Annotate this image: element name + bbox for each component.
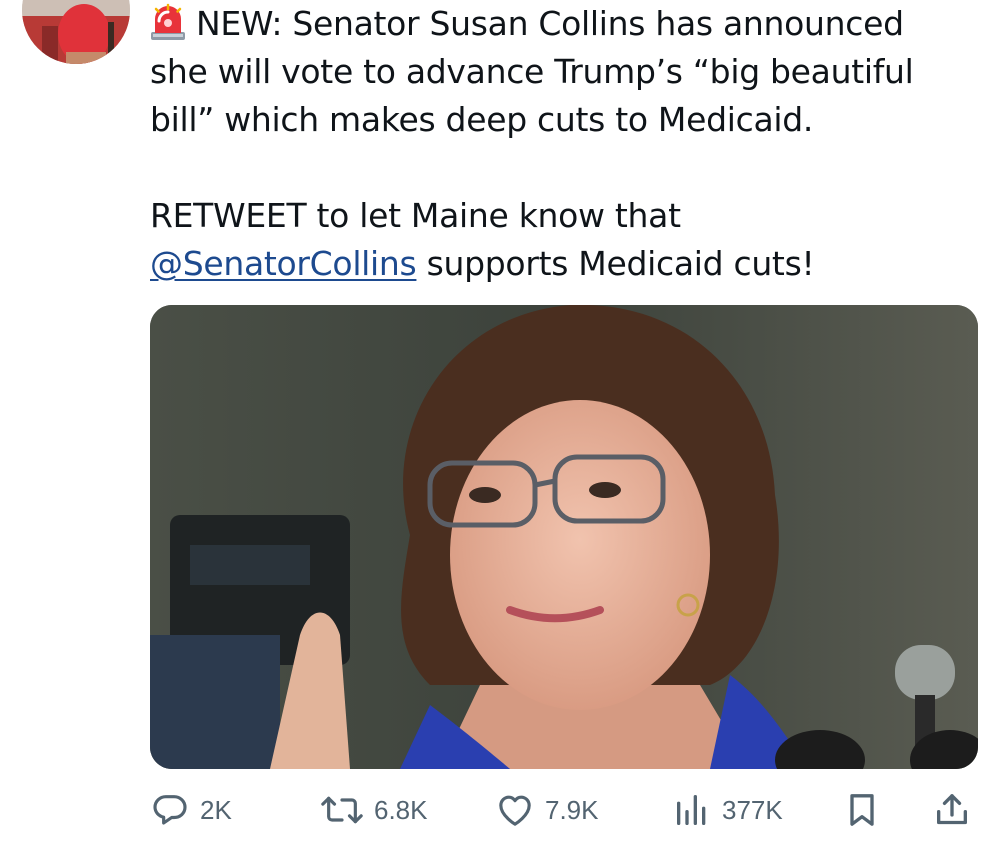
share-button[interactable]: [932, 786, 972, 834]
tweet-actions-bar: 2K 6.8K 7.9K 377K: [150, 786, 980, 834]
tweet-text: NEW: Senator Susan Collins has announced…: [150, 0, 980, 288]
tweet-line-5: @SenatorCollins supports Medicaid cuts!: [150, 240, 980, 288]
avatar-image: [22, 0, 130, 64]
repost-icon: [321, 796, 363, 824]
mention-link[interactable]: @SenatorCollins: [150, 244, 417, 283]
repost-count: 6.8K: [374, 794, 428, 825]
tweet-line-5-text: supports Medicaid cuts!: [416, 244, 815, 283]
like-button[interactable]: 7.9K: [495, 786, 599, 834]
tweet-line-1-text: NEW: Senator Susan Collins has announced: [196, 4, 904, 43]
views-chart-icon: [677, 795, 706, 825]
tweet-media-image[interactable]: [150, 305, 978, 769]
repost-button[interactable]: 6.8K: [320, 786, 428, 834]
views-count: 377K: [722, 794, 783, 825]
rotating-light-icon: [151, 3, 185, 40]
tweet-line-2: she will vote to advance Trump’s “big be…: [150, 52, 914, 91]
reply-button[interactable]: 2K: [150, 786, 232, 834]
like-count: 7.9K: [545, 794, 599, 825]
heart-icon: [499, 795, 531, 826]
share-icon: [937, 794, 967, 825]
reply-count: 2K: [200, 794, 232, 825]
avatar[interactable]: [22, 0, 130, 64]
bookmark-button[interactable]: [842, 786, 882, 834]
bookmark-icon: [850, 794, 874, 826]
views-button[interactable]: 377K: [672, 786, 783, 834]
tweet-line-3: bill” which makes deep cuts to Medicaid.: [150, 100, 814, 139]
tweet-line-4: RETWEET to let Maine know that: [150, 196, 681, 235]
portrait-photo: [150, 305, 978, 769]
reply-icon: [153, 795, 187, 825]
tweet-line-1: NEW: Senator Susan Collins has announced: [150, 0, 980, 48]
